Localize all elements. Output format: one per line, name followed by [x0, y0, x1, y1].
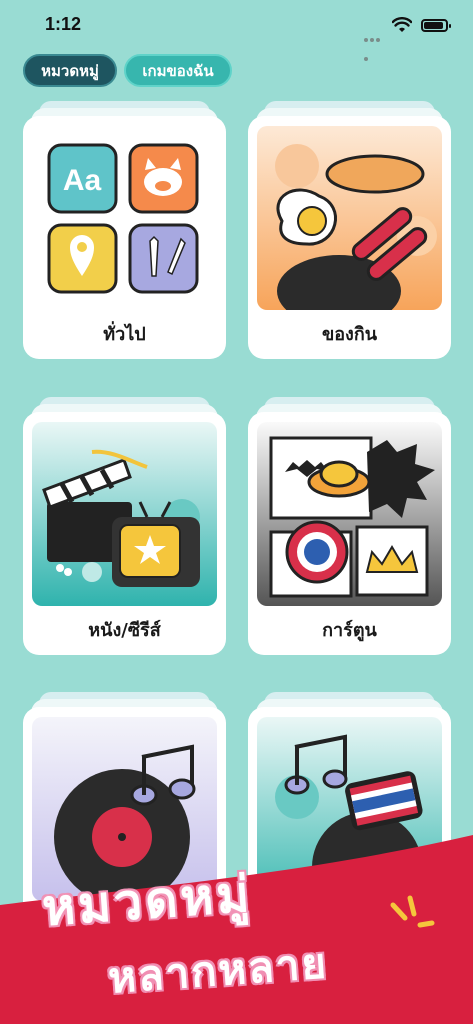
status-time: 1:12 — [45, 14, 82, 34]
movies-art — [32, 422, 217, 606]
battery-icon — [421, 19, 451, 32]
thai-music-art — [257, 717, 442, 901]
category-card-thai-music[interactable] — [248, 692, 451, 950]
food-art — [257, 126, 442, 310]
signal-icon — [364, 27, 386, 61]
music-art — [32, 717, 217, 901]
category-label: หนัง/ซีรีส์ — [88, 620, 161, 641]
category-label: ของกิน — [321, 324, 378, 345]
wifi-icon — [392, 17, 412, 32]
segmented-tabs: หมวดหมู่ เกมของฉัน — [23, 54, 232, 87]
tab-my-games[interactable]: เกมของฉัน — [124, 54, 232, 87]
status-bar: 1:12 — [0, 0, 473, 61]
category-card-food[interactable]: ของกิน — [248, 101, 451, 359]
text-icon: Aa — [63, 164, 102, 197]
category-card-cartoon[interactable]: การ์ตูน — [248, 397, 451, 655]
category-card-music[interactable] — [23, 692, 226, 950]
general-icons-art: Aa — [32, 126, 217, 310]
category-card-general[interactable]: Aa ทั่วไป — [23, 101, 226, 359]
category-label: การ์ตูน — [322, 620, 377, 641]
category-label: ทั่วไป — [103, 324, 146, 345]
category-card-movies[interactable]: หนัง/ซีรีส์ — [23, 397, 226, 655]
tab-categories[interactable]: หมวดหมู่ — [23, 54, 117, 87]
cartoon-art — [257, 422, 442, 606]
